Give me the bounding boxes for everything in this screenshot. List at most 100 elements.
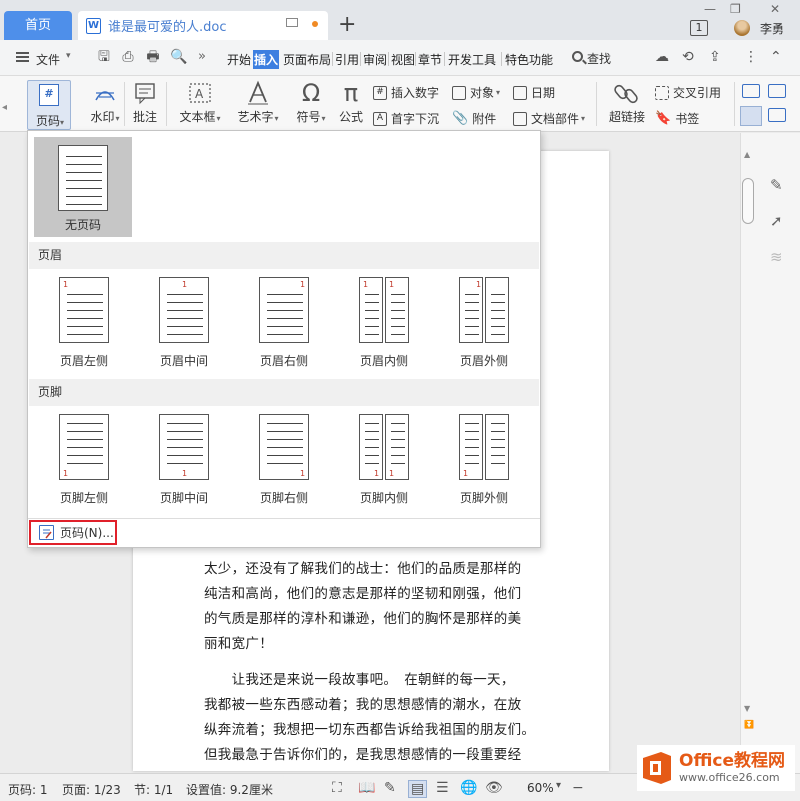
header-footer-icon[interactable] [742,84,760,98]
pen-icon[interactable]: ✎ [384,780,396,796]
page-number-button[interactable]: # 页码▾ [27,80,71,130]
drop-cap-button[interactable]: A 首字下沉 [373,110,439,127]
page-view-icon[interactable]: ▤ [408,780,428,798]
tab-start[interactable]: 开始 [226,50,252,69]
hyperlink-button[interactable]: 超链接 [606,80,648,125]
formula-button[interactable]: π 公式 [336,80,366,125]
scroll-up-icon[interactable]: ▲ [744,150,750,159]
username[interactable]: 李勇 [760,20,784,37]
search-icon[interactable] [572,51,583,62]
attachment-button[interactable]: 📎 附件 [452,110,496,127]
reading-mode-icon[interactable]: 📖 [358,780,375,796]
divider [360,52,361,66]
word-doc-icon: W [86,17,101,34]
minimize-icon[interactable]: — [704,2,716,16]
search-label[interactable]: 查找 [587,50,611,67]
textbox-button[interactable]: A 文本框▾ [174,80,226,125]
more-options-icon[interactable]: ⋮ [744,49,758,65]
paragraph-line[interactable]: 纯洁和高尚，他们的意志是那样的坚韧和刚强，他们 [204,582,536,607]
new-tab-button[interactable]: + [338,14,356,36]
divider [332,52,333,66]
monitor-icon[interactable] [286,18,298,27]
watermark-icon [92,80,118,106]
history-icon[interactable]: ⟲ [682,49,694,65]
chevron-down-icon: ▾ [216,114,221,123]
status-section[interactable]: 节: 1/1 [134,781,173,798]
rotate-page-icon[interactable] [768,108,786,122]
footer-outside-thumbnail-icon: 1 [459,414,509,480]
tab-developer[interactable]: 开发工具 [447,50,497,69]
paragraph-line[interactable]: 丽和宽广！ [204,632,536,657]
menu-icon[interactable] [16,52,29,62]
wordart-button[interactable]: 艺术字▾ [232,80,284,125]
status-page-code[interactable]: 页码: 1 [8,781,48,798]
close-icon[interactable]: ✕ [770,2,780,16]
collapse-ribbon-icon[interactable]: ⌃ [770,49,782,65]
comment-button[interactable]: 批注 [128,80,162,125]
tab-references[interactable]: 引用 [334,50,360,69]
page-number-settings-item[interactable]: 页码(N)... [29,520,117,545]
symbol-button[interactable]: Ω 符号▾ [290,80,332,125]
insert-number-button[interactable]: # 插入数字 [373,84,439,101]
chevron-down-icon[interactable]: ▾ [556,780,561,791]
textbox-icon: A [187,80,213,106]
fullscreen-icon[interactable]: ⛶ [332,780,342,796]
status-page[interactable]: 页面: 1/23 [62,781,121,798]
divider [166,82,167,126]
scroll-down-icon[interactable]: ▼ [744,704,750,713]
watermark-button[interactable]: 水印▾ [88,80,122,125]
zoom-out-icon[interactable]: − [572,780,584,796]
web-view-icon[interactable]: 🌐 [460,780,477,796]
tab-chapter[interactable]: 章节 [417,50,443,69]
paragraph-line[interactable]: 的气质是那样的淳朴和谦逊，他们的胸怀是那样的美 [204,607,536,632]
more-icon[interactable]: » [198,49,206,64]
date-button[interactable]: 日期 [513,84,555,101]
print-icon[interactable]: 🖶 [145,49,161,65]
chevron-down-icon[interactable]: ▾ [66,51,71,61]
scroll-page-down-icon[interactable]: ⏬ [744,720,754,729]
scrollbar-thumb[interactable] [742,178,754,224]
tab-review[interactable]: 审阅 [362,50,388,69]
cross-reference-button[interactable]: 交叉引用 [655,84,721,101]
export-pdf-icon[interactable]: ⎙ [120,49,136,65]
tab-features[interactable]: 特色功能 [504,50,554,69]
zoom-level[interactable]: 60% [527,781,554,795]
file-menu[interactable]: 文件 [36,51,60,68]
avatar[interactable] [734,20,750,36]
bookmark-button[interactable]: 🔖 书签 [655,110,699,127]
cloud-sync-icon[interactable]: ☁ [655,49,669,65]
insert-number-label: 插入数字 [391,86,440,100]
eye-protection-icon[interactable]: 👁 [485,780,503,796]
option-label: 页眉右侧 [259,354,308,368]
object-button[interactable]: 对象 ▾ [452,84,500,101]
doc-parts-icon [513,111,527,126]
paragraph-line[interactable]: 我都被一些东西感动着；我的思想感情的潮水，在放 [204,693,536,718]
tab-document[interactable]: W 谁是最可爱的人.doc [78,11,328,40]
status-setting[interactable]: 设置值: 9.2厘米 [186,781,273,798]
pen-edit-icon[interactable]: ✎ [770,176,783,194]
paragraph-line[interactable]: 让我还是来说一段故事吧。 在朝鲜的每一天， [204,668,536,693]
settings-sliders-icon[interactable]: ≋ [770,248,783,266]
tab-view[interactable]: 视图 [390,50,416,69]
doc-parts-button[interactable]: 文档部件 ▾ [513,110,585,127]
outline-view-icon[interactable]: ☰ [436,780,449,796]
paragraph-line[interactable]: 太少，还没有了解我们的战士：他们的品质是那样的 [204,557,536,582]
save-icon[interactable]: 🖫 [96,49,112,65]
checkbox-form-icon[interactable] [768,84,786,98]
tab-insert[interactable]: 插入 [253,50,280,69]
print-preview-icon[interactable]: 🔍 [170,49,187,65]
ribbon-scroll-left-icon[interactable]: ◂ [2,102,7,113]
tab-home[interactable]: 首页 [4,11,72,40]
tab-page-layout[interactable]: 页面布局 [282,50,332,69]
cursor-select-icon[interactable]: ➚ [770,212,783,230]
share-icon[interactable]: ⇪ [709,49,721,65]
option-label: 页脚右侧 [259,491,308,505]
notification-badge[interactable]: 1 [690,20,708,36]
paragraph-line[interactable]: 纵奔流着；我想把一切东西都告诉给我祖国的朋友们。 [204,718,536,743]
option-no-page-number[interactable]: 无页码 [34,137,132,237]
paragraph-line[interactable]: 但我最急于告诉你们的，是我思想感情的一段重要经 [204,743,536,768]
watermark-label: 水印 [90,110,115,124]
drop-cap-label: 首字下沉 [391,112,440,126]
restore-icon[interactable]: ❐ [730,2,741,16]
page-layout-toggle-icon[interactable] [740,106,762,126]
